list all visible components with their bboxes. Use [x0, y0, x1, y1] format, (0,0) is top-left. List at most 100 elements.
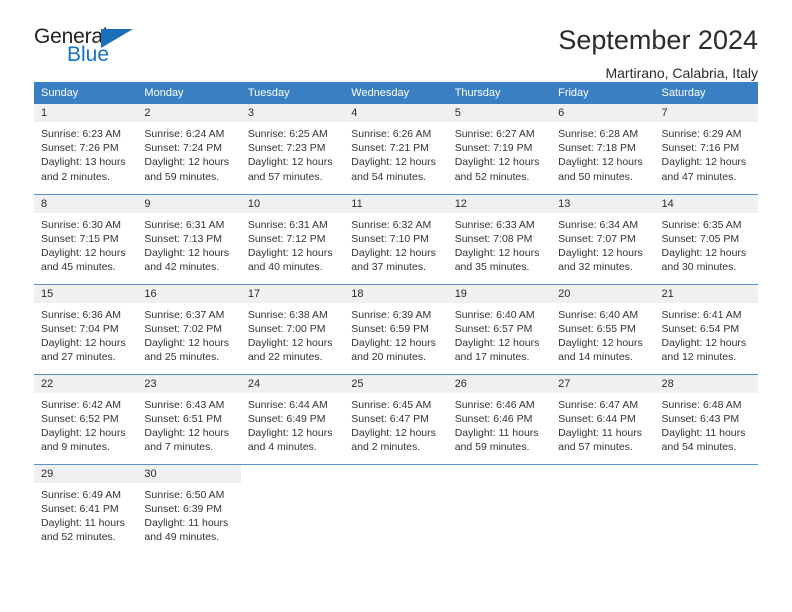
day-detail-sunset: Sunset: 6:46 PM [454, 412, 533, 425]
day-cell-inner: 8 Sunrise: 6:30 AM Sunset: 7:15 PM Daylight… [34, 194, 138, 284]
day-number: 3 [240, 104, 345, 122]
day-detail-daylight-1: Daylight: 12 hours [247, 246, 333, 259]
day-detail-sunrise: Sunrise: 6:39 AM [351, 308, 432, 321]
calendar-body: 1 Sunrise: 6:23 AM Sunset: 7:26 PM Daylight… [34, 104, 758, 554]
calendar-day-cell[interactable]: 10 Sunrise: 6:31 AM Sunset: 7:12 PM Dayligh… [240, 193, 345, 284]
day-details [448, 483, 551, 488]
day-number: 22 [34, 374, 138, 393]
day-details: Sunrise: 6:36 AM Sunset: 7:04 PM Daylight:… [34, 303, 137, 365]
calendar-week-row: 15 Sunrise: 6:36 AM Sunset: 7:04 PM Dayligh… [34, 283, 758, 374]
day-detail-daylight-1: Daylight: 12 hours [454, 246, 540, 259]
day-detail-sunrise: Sunrise: 6:47 AM [558, 398, 639, 411]
calendar-day-cell[interactable]: 22 Sunrise: 6:42 AM Sunset: 6:52 PM Dayligh… [34, 373, 138, 464]
day-details: Sunrise: 6:41 AM Sunset: 6:54 PM Daylight:… [655, 303, 758, 365]
day-detail-daylight-2: and 9 minutes. [41, 441, 110, 454]
day-detail-sunset: Sunset: 7:24 PM [144, 142, 223, 155]
calendar-day-cell[interactable]: 24 Sunrise: 6:44 AM Sunset: 6:49 PM Dayligh… [240, 373, 345, 464]
day-cell-inner [551, 465, 654, 555]
day-number: 20 [551, 284, 655, 303]
calendar-day-cell[interactable]: 16 Sunrise: 6:37 AM Sunset: 7:02 PM Dayligh… [137, 283, 241, 374]
calendar-day-cell[interactable]: 23 Sunrise: 6:43 AM Sunset: 6:51 PM Dayligh… [137, 373, 241, 464]
calendar-day-cell[interactable]: 7 Sunrise: 6:29 AM Sunset: 7:16 PM Daylight… [654, 104, 758, 194]
day-cell-inner: 2 Sunrise: 6:24 AM Sunset: 7:24 PM Daylight… [137, 104, 241, 194]
day-detail-daylight-2: and 37 minutes. [351, 261, 426, 274]
calendar-day-cell[interactable]: 14 Sunrise: 6:35 AM Sunset: 7:05 PM Dayligh… [654, 193, 758, 284]
day-number: 12 [447, 194, 552, 213]
day-details: Sunrise: 6:32 AM Sunset: 7:10 PM Daylight:… [344, 213, 447, 275]
calendar-day-cell[interactable]: 2 Sunrise: 6:24 AM Sunset: 7:24 PM Daylight… [137, 104, 241, 194]
day-detail-daylight-2: and 35 minutes. [454, 261, 530, 274]
day-number [241, 465, 344, 483]
day-detail-sunrise: Sunrise: 6:40 AM [558, 308, 639, 321]
calendar-day-cell[interactable]: 5 Sunrise: 6:27 AM Sunset: 7:19 PM Daylight… [447, 104, 552, 194]
calendar-day-cell[interactable]: 30 Sunrise: 6:50 AM Sunset: 6:39 PM Dayligh… [137, 463, 241, 554]
day-number: 7 [654, 104, 758, 122]
day-number: 28 [654, 374, 758, 393]
day-cell-inner [344, 465, 447, 555]
calendar-day-cell[interactable]: 9 Sunrise: 6:31 AM Sunset: 7:13 PM Daylight… [137, 193, 241, 284]
day-details: Sunrise: 6:42 AM Sunset: 6:52 PM Daylight:… [34, 393, 137, 455]
calendar-day-cell[interactable]: 8 Sunrise: 6:30 AM Sunset: 7:15 PM Daylight… [34, 193, 138, 284]
calendar-page: General Blue September 2024 Martirano, C… [0, 0, 792, 612]
day-number: 26 [447, 374, 552, 393]
day-detail-daylight-1: Daylight: 12 hours [661, 156, 747, 169]
day-number: 1 [34, 104, 138, 122]
calendar-day-cell[interactable]: 25 Sunrise: 6:45 AM Sunset: 6:47 PM Dayligh… [344, 373, 448, 464]
day-detail-daylight-1: Daylight: 11 hours [454, 426, 539, 439]
calendar-day-cell[interactable]: 26 Sunrise: 6:46 AM Sunset: 6:46 PM Dayligh… [447, 373, 552, 464]
day-detail-sunrise: Sunrise: 6:48 AM [661, 398, 742, 411]
day-detail-sunset: Sunset: 6:54 PM [661, 322, 740, 335]
calendar-day-cell[interactable]: 17 Sunrise: 6:38 AM Sunset: 7:00 PM Dayligh… [240, 283, 345, 374]
day-cell-inner: 11 Sunrise: 6:32 AM Sunset: 7:10 PM Dayligh… [344, 194, 448, 284]
day-number: 9 [137, 194, 241, 213]
calendar-day-cell[interactable]: 29 Sunrise: 6:49 AM Sunset: 6:41 PM Dayligh… [34, 463, 138, 554]
calendar-day-cell[interactable]: 18 Sunrise: 6:39 AM Sunset: 6:59 PM Dayligh… [344, 283, 448, 374]
page-subtitle: Martirano, Calabria, Italy [605, 64, 758, 81]
day-details: Sunrise: 6:31 AM Sunset: 7:12 PM Daylight:… [241, 213, 344, 275]
day-number: 19 [447, 284, 552, 303]
day-cell-inner [655, 465, 758, 555]
day-cell-inner: 17 Sunrise: 6:38 AM Sunset: 7:00 PM Dayligh… [240, 284, 345, 374]
calendar-day-cell[interactable]: 21 Sunrise: 6:41 AM Sunset: 6:54 PM Dayligh… [654, 283, 758, 374]
day-details: Sunrise: 6:37 AM Sunset: 7:02 PM Daylight:… [137, 303, 240, 365]
calendar-day-cell[interactable]: 28 Sunrise: 6:48 AM Sunset: 6:43 PM Dayligh… [654, 373, 758, 464]
day-cell-inner: 7 Sunrise: 6:29 AM Sunset: 7:16 PM Daylight… [654, 104, 758, 194]
calendar-day-cell[interactable]: 12 Sunrise: 6:33 AM Sunset: 7:08 PM Dayligh… [447, 193, 552, 284]
day-detail-sunset: Sunset: 7:16 PM [661, 142, 740, 155]
day-number: 6 [551, 104, 655, 122]
day-detail-daylight-2: and 25 minutes. [144, 351, 220, 364]
day-cell-inner: 28 Sunrise: 6:48 AM Sunset: 6:43 PM Dayligh… [654, 374, 758, 464]
day-details: Sunrise: 6:33 AM Sunset: 7:08 PM Daylight:… [448, 213, 551, 275]
day-detail-daylight-2: and 30 minutes. [661, 261, 737, 274]
calendar-day-cell[interactable]: 11 Sunrise: 6:32 AM Sunset: 7:10 PM Dayligh… [344, 193, 448, 284]
day-detail-sunrise: Sunrise: 6:38 AM [247, 308, 328, 321]
calendar-day-cell[interactable]: 3 Sunrise: 6:25 AM Sunset: 7:23 PM Daylight… [240, 104, 345, 194]
weekday-header-thursday: Thursday [447, 82, 552, 104]
day-detail-sunset: Sunset: 7:26 PM [41, 142, 119, 155]
brand-logo[interactable]: General Blue [34, 26, 146, 74]
calendar-day-cell[interactable]: 13 Sunrise: 6:34 AM Sunset: 7:07 PM Dayligh… [551, 193, 655, 284]
calendar-day-cell[interactable]: 1 Sunrise: 6:23 AM Sunset: 7:26 PM Daylight… [34, 104, 138, 194]
weekday-header-tuesday: Tuesday [240, 82, 345, 104]
day-detail-daylight-1: Daylight: 12 hours [351, 246, 436, 259]
day-cell-inner: 18 Sunrise: 6:39 AM Sunset: 6:59 PM Dayligh… [344, 284, 448, 374]
calendar-day-cell[interactable]: 20 Sunrise: 6:40 AM Sunset: 6:55 PM Dayligh… [551, 283, 655, 374]
day-details [241, 483, 344, 488]
day-number: 24 [240, 374, 345, 393]
calendar-day-cell[interactable]: 19 Sunrise: 6:40 AM Sunset: 6:57 PM Dayligh… [447, 283, 552, 374]
day-detail-daylight-1: Daylight: 13 hours [41, 156, 126, 169]
day-number: 17 [240, 284, 345, 303]
day-number: 14 [654, 194, 758, 213]
day-number: 23 [137, 374, 241, 393]
day-detail-daylight-2: and 14 minutes. [558, 351, 633, 364]
calendar-day-cell[interactable]: 6 Sunrise: 6:28 AM Sunset: 7:18 PM Daylight… [551, 104, 655, 194]
day-detail-sunrise: Sunrise: 6:27 AM [454, 128, 535, 140]
day-detail-daylight-1: Daylight: 12 hours [454, 336, 540, 349]
day-detail-daylight-1: Daylight: 12 hours [247, 336, 333, 349]
calendar-day-cell[interactable]: 27 Sunrise: 6:47 AM Sunset: 6:44 PM Dayligh… [551, 373, 655, 464]
day-details: Sunrise: 6:44 AM Sunset: 6:49 PM Daylight:… [241, 393, 344, 455]
day-details: Sunrise: 6:26 AM Sunset: 7:21 PM Daylight:… [344, 122, 447, 184]
calendar-day-cell[interactable]: 4 Sunrise: 6:26 AM Sunset: 7:21 PM Daylight… [344, 104, 448, 194]
day-cell-inner: 1 Sunrise: 6:23 AM Sunset: 7:26 PM Daylight… [34, 104, 138, 194]
calendar-day-cell[interactable]: 15 Sunrise: 6:36 AM Sunset: 7:04 PM Dayligh… [34, 283, 138, 374]
